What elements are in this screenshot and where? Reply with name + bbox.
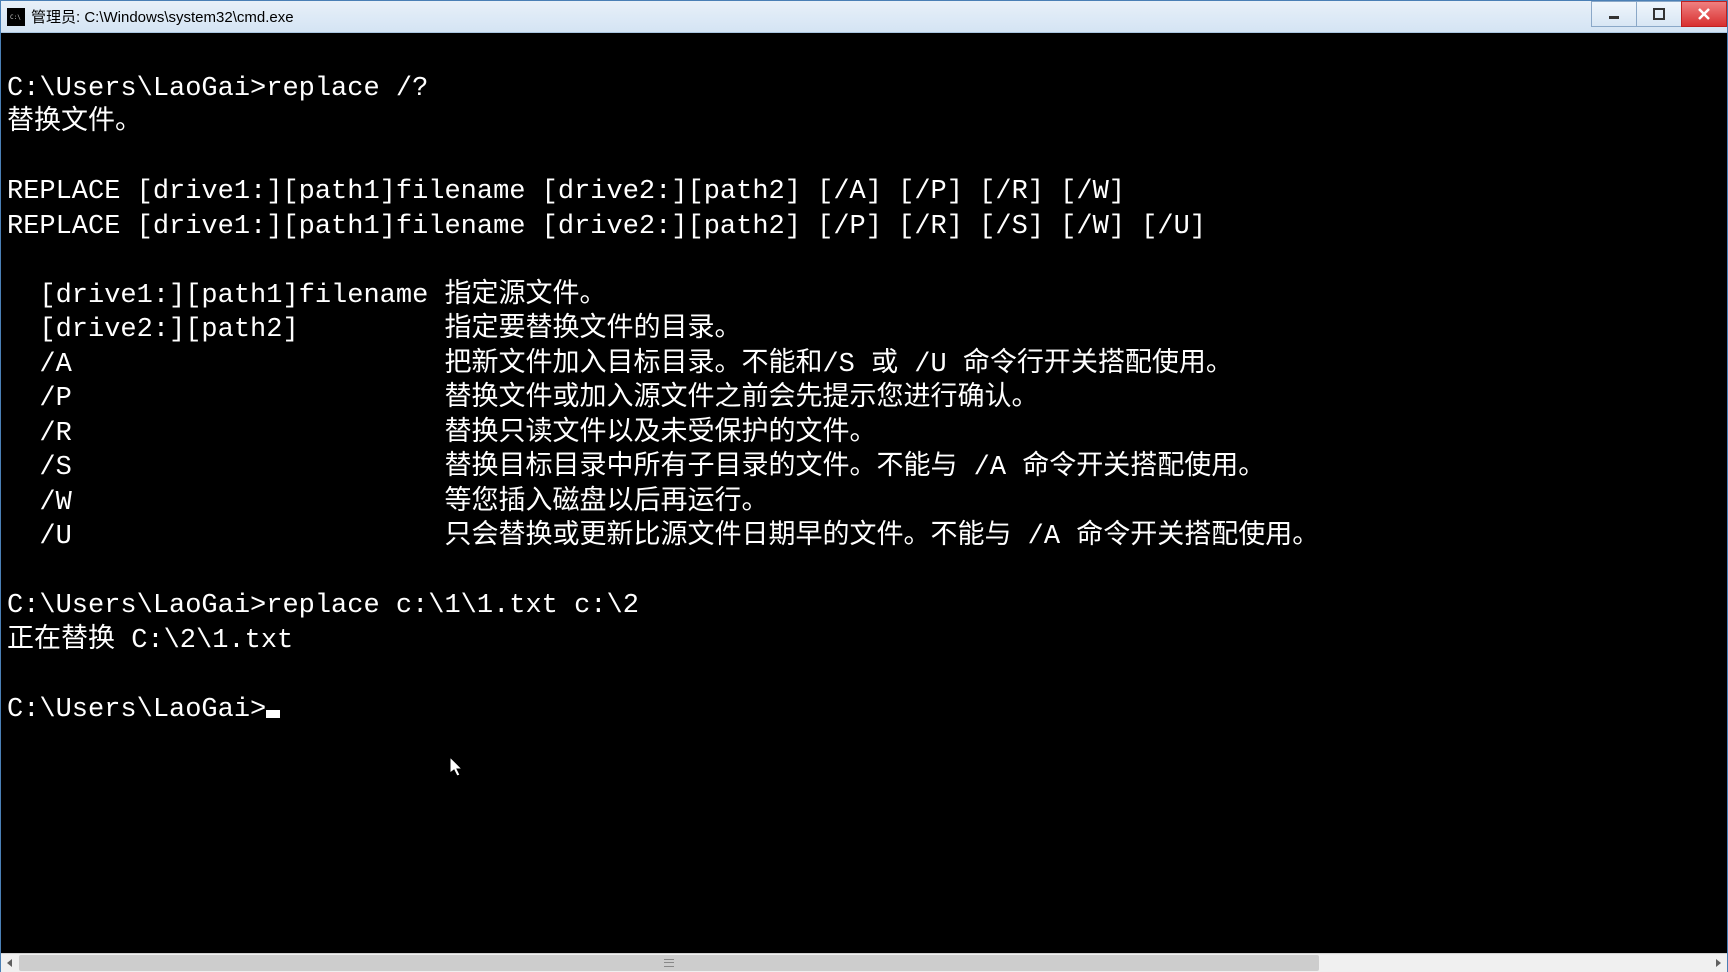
- horizontal-scrollbar[interactable]: [1, 953, 1727, 971]
- terminal-line: /P 替换文件或加入源文件之前会先提示您进行确认。: [7, 382, 1721, 417]
- window-controls: [1592, 1, 1727, 27]
- terminal-line: [7, 658, 1721, 693]
- terminal-line: 正在替换 C:\2\1.txt: [7, 624, 1721, 659]
- chevron-right-icon: [1714, 959, 1722, 967]
- maximize-button[interactable]: [1636, 1, 1682, 27]
- minimize-button[interactable]: [1591, 1, 1637, 27]
- terminal-line: /S 替换目标目录中所有子目录的文件。不能与 /A 命令开关搭配使用。: [7, 451, 1721, 486]
- terminal-line: [7, 244, 1721, 279]
- terminal-line: /R 替换只读文件以及未受保护的文件。: [7, 417, 1721, 452]
- minimize-icon: [1608, 8, 1620, 20]
- scroll-grip-icon: [664, 959, 674, 967]
- close-button[interactable]: [1681, 1, 1727, 27]
- terminal-line: [7, 141, 1721, 176]
- scroll-track[interactable]: [19, 954, 1709, 972]
- terminal-line: [7, 37, 1721, 72]
- titlebar[interactable]: C:\ 管理员: C:\Windows\system32\cmd.exe: [1, 1, 1727, 33]
- scroll-left-button[interactable]: [1, 954, 19, 972]
- chevron-left-icon: [6, 959, 14, 967]
- scroll-right-button[interactable]: [1709, 954, 1727, 972]
- maximize-icon: [1653, 8, 1665, 20]
- svg-text:C:\: C:\: [10, 14, 21, 21]
- cmd-icon: C:\: [7, 8, 25, 26]
- terminal-line: C:\Users\LaoGai>replace c:\1\1.txt c:\2: [7, 589, 1721, 624]
- terminal-line: C:\Users\LaoGai>: [7, 693, 1721, 728]
- text-cursor: [266, 710, 280, 718]
- terminal-line: [drive1:][path1]filename 指定源文件。: [7, 279, 1721, 314]
- cmd-window: C:\ 管理员: C:\Windows\system32\cmd.exe: [0, 0, 1728, 972]
- terminal-line: REPLACE [drive1:][path1]filename [drive2…: [7, 175, 1721, 210]
- terminal-line: 替换文件。: [7, 106, 1721, 141]
- terminal-line: /U 只会替换或更新比源文件日期早的文件。不能与 /A 命令开关搭配使用。: [7, 520, 1721, 555]
- scroll-thumb[interactable]: [19, 955, 1319, 971]
- terminal-line: /W 等您插入磁盘以后再运行。: [7, 486, 1721, 521]
- terminal-line: REPLACE [drive1:][path1]filename [drive2…: [7, 210, 1721, 245]
- terminal-line: /A 把新文件加入目标目录。不能和/S 或 /U 命令行开关搭配使用。: [7, 348, 1721, 383]
- terminal-line: [7, 555, 1721, 590]
- terminal-line: C:\Users\LaoGai>replace /?: [7, 72, 1721, 107]
- close-icon: [1697, 7, 1711, 21]
- terminal-line: [drive2:][path2] 指定要替换文件的目录。: [7, 313, 1721, 348]
- terminal-output[interactable]: C:\Users\LaoGai>replace /?替换文件。 REPLACE …: [1, 33, 1727, 953]
- window-title: 管理员: C:\Windows\system32\cmd.exe: [31, 6, 294, 27]
